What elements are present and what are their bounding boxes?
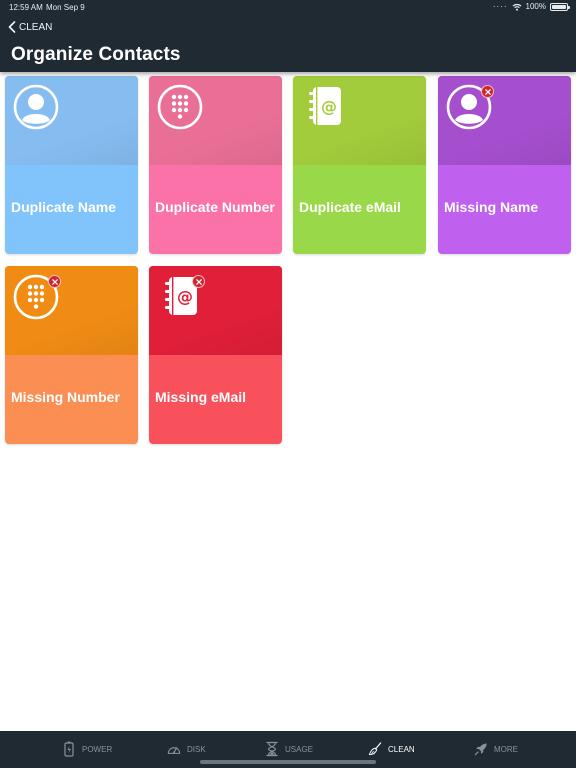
tile-label: Duplicate eMail xyxy=(299,199,401,215)
svg-text:@: @ xyxy=(177,287,193,306)
tile-missing-email[interactable]: @ Missing eMail xyxy=(149,266,282,444)
home-indicator xyxy=(200,760,376,764)
tab-usage[interactable]: USAGE xyxy=(265,737,313,761)
back-button-label: CLEAN xyxy=(19,21,53,33)
tab-label: USAGE xyxy=(285,744,314,754)
tab-disk[interactable]: DISK xyxy=(167,737,206,761)
tile-duplicate-email[interactable]: @ Duplicate eMail xyxy=(293,76,426,254)
tab-label: CLEAN xyxy=(388,744,415,754)
tile-missing-name[interactable]: Missing Name xyxy=(438,76,571,254)
tile-label: Duplicate Name xyxy=(11,199,117,215)
page-title: Organize Contacts xyxy=(11,44,181,65)
broom-icon xyxy=(368,742,382,756)
tile-label: Missing Name xyxy=(444,199,539,215)
gauge-icon xyxy=(167,747,181,754)
status-bar: 12:59 AM Mon Sep 9 ···· 100% xyxy=(0,0,576,14)
svg-text:@: @ xyxy=(321,97,337,116)
person-icon xyxy=(13,84,59,130)
status-time: 12:59 AM xyxy=(9,3,43,12)
battery-status-icon xyxy=(550,2,570,11)
tab-power[interactable]: POWER xyxy=(62,737,112,761)
missing-badge-icon xyxy=(192,275,205,288)
app-screen: 12:59 AM Mon Sep 9 ···· 100% CLEAN Organ… xyxy=(0,0,576,768)
cellular-dots-icon: ···· xyxy=(492,2,508,11)
status-right: ···· 100% xyxy=(492,2,570,11)
tile-label: Duplicate Number xyxy=(155,199,275,215)
chevron-left-icon xyxy=(8,21,16,33)
tile-label: Missing eMail xyxy=(155,389,247,405)
tab-clean[interactable]: CLEAN xyxy=(368,737,415,761)
dialpad-icon xyxy=(157,84,203,130)
missing-badge-icon xyxy=(48,275,61,288)
address-book-icon: @ xyxy=(309,87,341,125)
tab-label: DISK xyxy=(187,744,206,754)
battery-percent: 100% xyxy=(525,2,546,11)
tile-label: Missing Number xyxy=(11,389,120,405)
hourglass-icon xyxy=(266,741,278,757)
wifi-icon xyxy=(512,3,521,11)
tab-label: MORE xyxy=(494,744,518,754)
nav-header: 12:59 AM Mon Sep 9 ···· 100% CLEAN Organ… xyxy=(0,0,576,72)
missing-badge-icon xyxy=(481,85,494,98)
tile-duplicate-name[interactable]: Duplicate Name xyxy=(5,76,138,254)
tile-missing-number[interactable]: Missing Number xyxy=(5,266,138,444)
back-button[interactable]: CLEAN xyxy=(8,21,52,33)
tile-duplicate-number[interactable]: Duplicate Number xyxy=(149,76,282,254)
tab-label: POWER xyxy=(82,744,113,754)
battery-icon xyxy=(64,741,74,757)
rocket-icon xyxy=(474,743,487,756)
status-date: Mon Sep 9 xyxy=(46,3,85,12)
tab-more[interactable]: MORE xyxy=(474,737,518,761)
